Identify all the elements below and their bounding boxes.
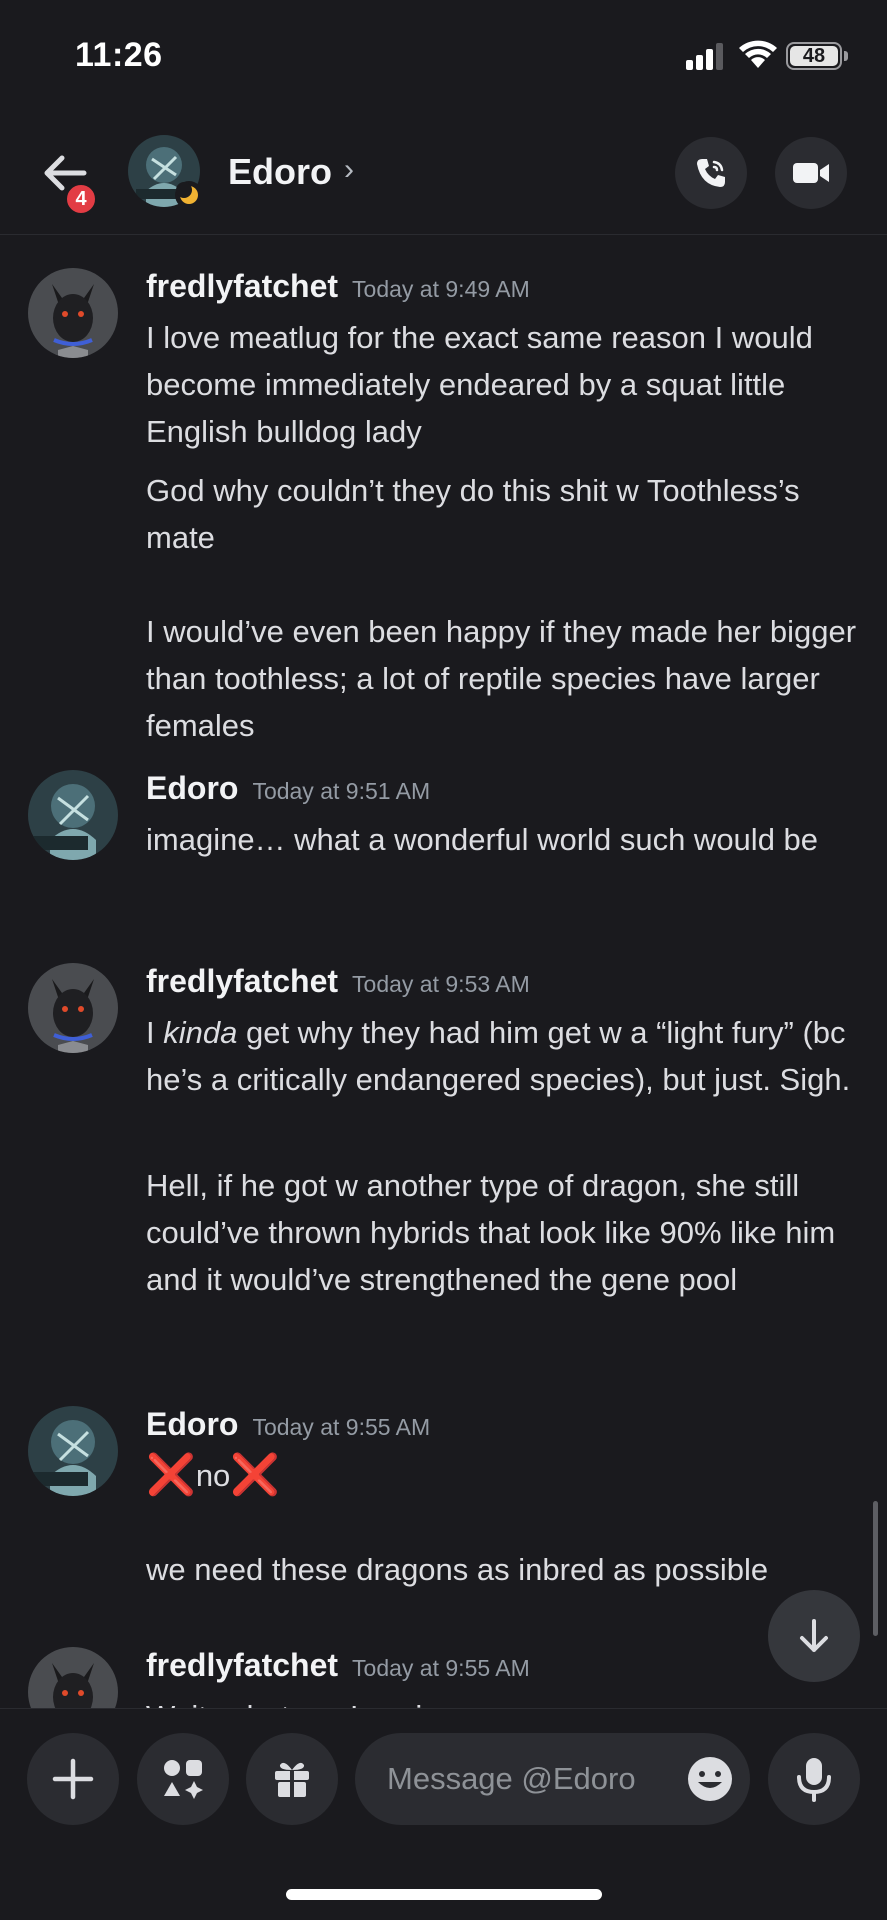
gift-button[interactable] <box>246 1733 338 1825</box>
scrollbar[interactable] <box>873 1501 878 1636</box>
message-text[interactable]: I kinda get why they had him get w a “li… <box>146 1009 866 1103</box>
author-name[interactable]: fredlyfatchet <box>146 1647 338 1683</box>
emoji-icon[interactable] <box>685 1754 735 1804</box>
message-text[interactable]: ❌no❌ <box>146 1452 866 1499</box>
message-header: fredlyfatchet Today at 9:53 AM <box>146 963 530 1000</box>
voice-call-button[interactable] <box>675 137 747 209</box>
author-avatar[interactable] <box>28 963 118 1053</box>
message-list[interactable]: fredlyfatchet Today at 9:49 AM I love mea… <box>0 236 887 1708</box>
apps-icon <box>164 1760 203 1799</box>
video-camera-icon <box>793 163 829 183</box>
video-call-button[interactable] <box>775 137 847 209</box>
message-text[interactable]: we need these dragons as inbred as possi… <box>146 1546 866 1593</box>
phone-icon <box>697 159 725 187</box>
message-header: fredlyfatchet Today at 9:55 AM <box>146 1647 530 1684</box>
battery-icon: 48 <box>786 42 842 70</box>
message-header: Edoro Today at 9:51 AM <box>146 770 430 807</box>
dm-header: 4 Edoro › <box>0 115 887 235</box>
plus-icon <box>52 1758 94 1800</box>
author-avatar[interactable] <box>28 268 118 358</box>
message-header: Edoro Today at 9:55 AM <box>146 1406 430 1443</box>
message-composer <box>0 1708 887 1920</box>
message-timestamp: Today at 9:55 AM <box>352 1655 530 1681</box>
message-input-container[interactable] <box>355 1733 750 1825</box>
idle-status-icon <box>175 181 203 209</box>
message-text[interactable]: Hell, if he got w another type of dragon… <box>146 1162 866 1303</box>
message-header: fredlyfatchet Today at 9:49 AM <box>146 268 530 305</box>
message-text[interactable]: God why couldn’t they do this shit w Too… <box>146 467 866 561</box>
message-input[interactable] <box>387 1759 677 1799</box>
microphone-icon <box>797 1758 831 1802</box>
jump-to-latest-button[interactable] <box>768 1590 860 1682</box>
author-name[interactable]: fredlyfatchet <box>146 963 338 999</box>
message-timestamp: Today at 9:49 AM <box>352 276 530 302</box>
message-text[interactable]: imagine… what a wonderful world such wou… <box>146 816 866 863</box>
message-timestamp: Today at 9:51 AM <box>252 778 431 804</box>
gift-icon <box>275 1762 309 1797</box>
apps-button[interactable] <box>137 1733 229 1825</box>
author-name[interactable]: Edoro <box>146 770 238 806</box>
message-text[interactable]: I love meatlug for the exact same reason… <box>146 314 866 455</box>
author-name[interactable]: Edoro <box>146 1406 238 1442</box>
battery-level: 48 <box>790 46 838 66</box>
attach-button[interactable] <box>27 1733 119 1825</box>
voice-message-button[interactable] <box>768 1733 860 1825</box>
message-text[interactable]: Wait, what am I saying <box>146 1693 866 1708</box>
cross-mark-icon: ❌ <box>230 1453 281 1497</box>
author-avatar[interactable] <box>28 1406 118 1496</box>
cellular-signal-icon <box>686 42 726 70</box>
author-avatar[interactable] <box>28 770 118 860</box>
message-timestamp: Today at 9:55 AM <box>252 1414 431 1440</box>
home-indicator <box>286 1889 602 1900</box>
wifi-icon <box>739 40 777 68</box>
message-timestamp: Today at 9:53 AM <box>352 971 530 997</box>
author-name[interactable]: fredlyfatchet <box>146 268 338 304</box>
arrow-down-icon <box>800 1619 828 1652</box>
message-text[interactable]: I would’ve even been happy if they made … <box>146 608 866 749</box>
status-bar: 11:26 48 <box>0 0 887 115</box>
contact-name[interactable]: Edoro <box>228 151 332 193</box>
cross-mark-icon: ❌ <box>146 1453 196 1497</box>
unread-badge: 4 <box>63 181 99 217</box>
status-time: 11:26 <box>75 36 163 74</box>
chevron-right-icon[interactable]: › <box>344 153 354 187</box>
emphasis-text: kinda <box>163 1015 238 1050</box>
author-avatar[interactable] <box>28 1647 118 1708</box>
